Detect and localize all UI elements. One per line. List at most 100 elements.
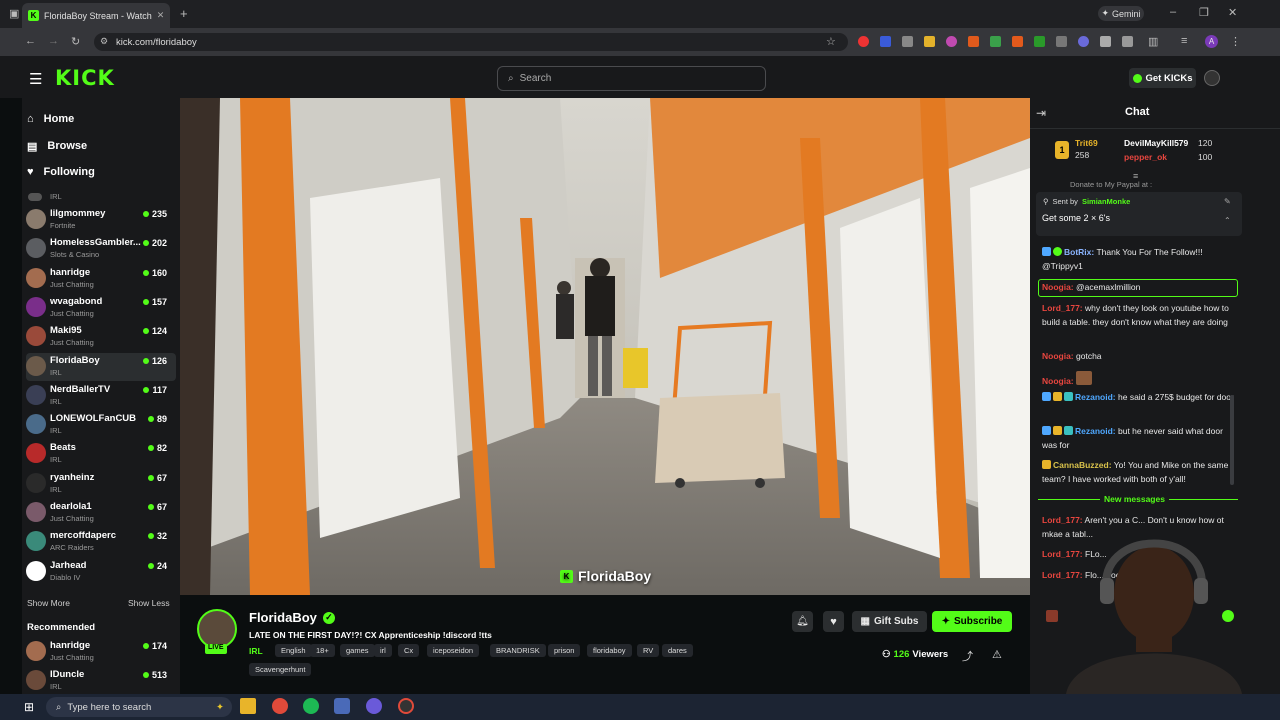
extension-icon[interactable] [1056, 36, 1067, 47]
bookmark-star-icon[interactable]: ☆ [826, 35, 836, 48]
sidebar-channel[interactable]: IDuncle IRL 513 [26, 667, 176, 695]
obs-icon[interactable] [398, 698, 414, 714]
chat-username[interactable]: Noogia: [1042, 351, 1074, 361]
sidebar-nav-browse[interactable]: ▤ Browse [27, 136, 177, 156]
minimize-icon[interactable]: – [1170, 6, 1176, 18]
gemini-button[interactable]: ✦ Gemini [1098, 6, 1144, 21]
profile-avatar[interactable]: A [1205, 35, 1218, 48]
sidebar-nav-home[interactable]: ⌂ Home [27, 109, 177, 129]
stream-tag[interactable]: dares [662, 644, 693, 657]
stream-tag[interactable]: iceposeidon [427, 644, 480, 657]
taskbar-search[interactable]: ⌕ Type here to search ✦ [46, 697, 232, 717]
sidebar-channel[interactable]: FloridaBoy IRL 126 [26, 352, 176, 381]
tab-list-icon[interactable]: ▣ [9, 7, 19, 20]
sidebar-channel[interactable]: Beats IRL 82 [26, 440, 176, 468]
windows-start-icon[interactable]: ⊞ [24, 700, 34, 714]
notification-bell-button[interactable]: 🔔︎ [792, 611, 813, 632]
chrome-icon[interactable] [272, 698, 288, 714]
chat-username[interactable]: Noogia: [1042, 376, 1074, 386]
sidebar-channel[interactable]: wvagabond Just Chatting 157 [26, 294, 176, 322]
extension-icon[interactable] [1012, 36, 1023, 47]
extension-icon[interactable] [968, 36, 979, 47]
chat-emote-icon[interactable] [1046, 610, 1058, 622]
collapse-pin-icon[interactable]: ⌃ [1224, 216, 1231, 225]
app-icon[interactable] [334, 698, 350, 714]
sidebar-channel[interactable]: LONEWOLFanCUB IRL 89 [26, 411, 176, 439]
forward-icon[interactable]: → [48, 35, 59, 47]
pinned-sender[interactable]: SimianMonke [1082, 197, 1130, 206]
stream-tag[interactable]: irl [374, 644, 392, 657]
extension-icon[interactable] [880, 36, 891, 47]
streamer-avatar[interactable] [197, 609, 237, 649]
extension-icon[interactable] [858, 36, 869, 47]
kick-logo[interactable]: KICK [55, 66, 115, 90]
extension-icon[interactable] [924, 36, 935, 47]
extension-icon[interactable] [990, 36, 1001, 47]
extension-icon[interactable] [1100, 36, 1111, 47]
sidebar-channel[interactable]: hanridge Just Chatting 160 [26, 265, 176, 293]
search-input[interactable]: ⌕ Search [497, 66, 766, 91]
chat-username[interactable]: Lord_177: [1042, 303, 1083, 313]
sidebar-channel[interactable]: hanridge Just Chatting 174 [26, 638, 176, 666]
user-avatar[interactable] [1204, 70, 1220, 86]
sidebar-channel[interactable]: ryanheinz IRL 67 [26, 470, 176, 498]
back-icon[interactable]: ← [25, 35, 36, 47]
sidebar-channel[interactable]: mercoffdaperc ARC Raiders 32 [26, 528, 176, 556]
reload-icon[interactable]: ↻ [71, 35, 80, 48]
file-explorer-icon[interactable] [240, 698, 256, 714]
share-icon[interactable]: ⤴ [962, 648, 973, 664]
tab-close-icon[interactable]: ✕ [157, 10, 165, 21]
subscribe-button[interactable]: ✦ Subscribe [932, 611, 1012, 632]
leaderboard-user[interactable]: DevilMayKill579 [1124, 138, 1188, 148]
sidebar-channel[interactable]: NerdBallerTV IRL 117 [26, 382, 176, 410]
leaderboard-user[interactable]: Trit69 [1075, 138, 1098, 148]
discord-icon[interactable] [366, 698, 382, 714]
leaderboard-user[interactable]: pepper_ok [1124, 152, 1167, 162]
stream-tag[interactable]: Scavengerhunt [249, 663, 312, 676]
chat-scrollbar[interactable] [1230, 395, 1234, 485]
extension-icon[interactable] [902, 36, 913, 47]
chat-username[interactable]: CannaBuzzed: [1053, 460, 1112, 470]
sidebar-channel[interactable]: lilgmommey Fortnite 235 [26, 206, 176, 234]
browser-menu-icon[interactable]: ⋮ [1230, 35, 1241, 48]
chat-emoji-icon[interactable] [1222, 610, 1234, 622]
stream-tag[interactable]: games [340, 644, 375, 657]
gift-subs-button[interactable]: ▦ Gift Subs [852, 611, 927, 632]
sidepanel-icon[interactable]: ▥ [1148, 35, 1158, 48]
report-icon[interactable]: ⚠ [992, 648, 1002, 661]
show-more-link[interactable]: Show More [27, 598, 70, 608]
show-less-link[interactable]: Show Less [128, 598, 170, 608]
puzzle-icon[interactable] [1122, 36, 1133, 47]
extension-icon[interactable] [1034, 36, 1045, 47]
sidebar-nav-following[interactable]: ♥ Following [27, 162, 177, 182]
window-close-icon[interactable]: ✕ [1228, 6, 1237, 19]
hamburger-menu-icon[interactable]: ☰ [29, 70, 42, 88]
chat-username[interactable]: Rezanoid: [1075, 392, 1116, 402]
sidebar-channel[interactable]: Jarhead Diablo IV 24 [26, 558, 176, 586]
stream-tag[interactable]: RV [637, 644, 660, 657]
new-tab-icon[interactable]: + [180, 6, 188, 21]
url-field[interactable]: kick.com/floridaboy [94, 33, 848, 51]
chat-username[interactable]: Rezanoid: [1075, 426, 1116, 436]
get-kicks-button[interactable]: Get KICKs [1129, 68, 1196, 88]
spotify-icon[interactable] [303, 698, 319, 714]
stream-tag[interactable]: Cx [398, 644, 420, 657]
browser-tab[interactable]: K FloridaBoy Stream - Watch ✕ [22, 3, 170, 28]
stream-tag[interactable]: BRANDRISK [490, 644, 546, 657]
stream-category[interactable]: IRL [249, 646, 263, 656]
sidebar-channel[interactable]: HomelessGambler... Slots & Casino 202 [26, 235, 176, 263]
sidebar-channel[interactable]: dearlola1 Just Chatting 67 [26, 499, 176, 527]
streamer-name[interactable]: FloridaBoy ✓ [249, 610, 335, 625]
site-info-icon[interactable]: ⚙ [100, 36, 108, 47]
extension-icon[interactable] [946, 36, 957, 47]
unpin-icon[interactable]: ✎ [1224, 197, 1231, 206]
stream-tag[interactable]: prison [548, 644, 581, 657]
stream-tag[interactable]: 18+ [310, 644, 335, 657]
collapse-chat-icon[interactable]: ⇥ [1036, 106, 1046, 120]
video-player[interactable]: K FloridaBoy [180, 98, 1030, 595]
stream-tag[interactable]: English [275, 644, 312, 657]
downloads-icon[interactable]: ≡ [1181, 35, 1187, 47]
maximize-icon[interactable]: ❐ [1199, 6, 1209, 19]
extension-icon[interactable] [1078, 36, 1089, 47]
chat-username[interactable]: BotRix: [1064, 247, 1094, 257]
